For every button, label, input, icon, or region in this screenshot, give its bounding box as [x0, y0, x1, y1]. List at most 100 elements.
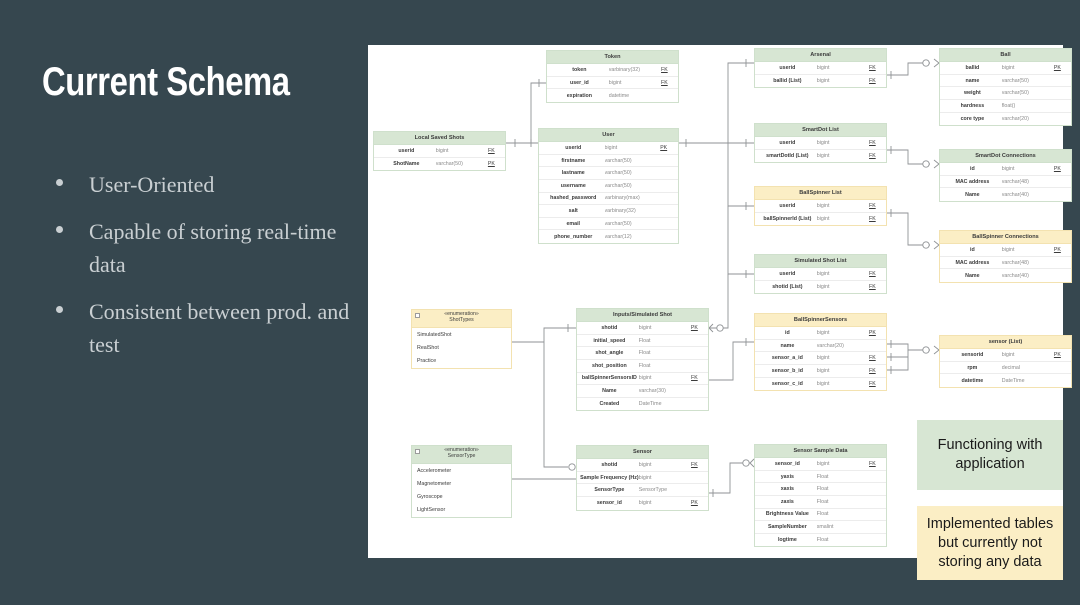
column-type: varbinary(32): [604, 207, 636, 214]
column-name: salt: [568, 207, 578, 214]
column-type: varchar(40): [1001, 191, 1029, 198]
column-name: hardness: [960, 102, 985, 109]
bullet-item: Capable of storing real-time data: [56, 215, 356, 281]
column-type: bigint: [638, 500, 652, 507]
er-column-row: xaxis Float: [755, 483, 886, 496]
er-column-row: userid bigint FK: [755, 137, 886, 150]
er-column-row: sensor_b_id bigint FK: [755, 365, 886, 378]
er-column-row: shot_position Float: [577, 360, 708, 373]
column-name: SampleNumber: [767, 523, 807, 530]
collapse-box-icon[interactable]: [415, 449, 420, 454]
column-type: bigint: [1001, 165, 1015, 172]
column-type: bigint: [1001, 246, 1015, 253]
bullet-text: Capable of storing real-time data: [89, 219, 337, 277]
column-type: Float: [816, 498, 829, 505]
er-column-row: SensorType SensorType: [577, 484, 708, 497]
column-type: varchar(50): [604, 157, 632, 164]
column-type: DateTime: [1001, 377, 1025, 384]
enumeration-name: ShotTypes: [449, 316, 474, 323]
er-table-smartdot_list[interactable]: SmartDot List userid bigint FK smartDotId (L…: [754, 123, 887, 164]
column-name: MAC address: [955, 259, 990, 266]
column-type: decimal: [1001, 364, 1021, 371]
column-type: bigint: [435, 147, 449, 154]
column-type: Float: [638, 362, 651, 369]
er-column-row: SampleNumber smalint: [755, 521, 886, 534]
column-type: bigint: [638, 461, 652, 468]
column-key-badge: FK: [869, 355, 876, 362]
er-table-title: Token: [547, 51, 678, 65]
column-name: Created: [599, 401, 620, 407]
er-table-token[interactable]: Token token varbinary(32) FK user_id bigint FK…: [546, 50, 679, 103]
er-column-row: email varchar(50): [539, 218, 678, 231]
er-column-row: sensor_a_id bigint FK: [755, 352, 886, 365]
column-name: zaxis: [780, 498, 794, 505]
column-key-badge: PK: [1053, 351, 1061, 358]
column-name: initial_speed: [593, 337, 626, 344]
bullet-list: User-Oriented Capable of storing real-tim…: [56, 168, 356, 375]
er-column-row: shot_angle Float: [577, 347, 708, 360]
er-table-sensor_list[interactable]: sensor (List) sensorid bigint PK rpm decimal d…: [939, 335, 1072, 388]
column-type: varchar(50): [435, 161, 463, 168]
er-table-user[interactable]: User userid bigint PK firstname varchar(50) la…: [538, 128, 679, 244]
bullet-item: Consistent between prod. and test: [56, 295, 356, 361]
column-name: ballid: [965, 64, 980, 71]
column-type: bigint: [638, 324, 652, 331]
enumeration-value: SimulatedShot: [417, 331, 452, 338]
collapse-box-icon[interactable]: [415, 313, 420, 318]
er-column-row: shotid bigint PK: [577, 322, 708, 335]
column-name: name: [780, 342, 795, 349]
er-table-sensor[interactable]: Sensor shotid bigint FK Sample Frequency (Hz…: [576, 445, 709, 511]
column-name: SensorType: [594, 487, 625, 494]
enumeration-sensortype[interactable]: «enumeration» SensorType Accelerometer Magn…: [411, 445, 512, 518]
er-table-inputs_simulated_shot[interactable]: Inputs/Simulated Shot shotid bigint PK initi…: [576, 308, 709, 412]
column-type: Float: [816, 473, 829, 480]
column-key-badge: FK: [869, 64, 876, 71]
column-type: varchar(50): [604, 170, 632, 177]
er-column-row: logtime Float: [755, 534, 886, 547]
er-column-row: userid bigint FK: [755, 200, 886, 213]
column-key-badge: FK: [869, 460, 876, 467]
er-column-row: Sample Frequency (Hz) bigint: [577, 472, 708, 485]
column-name: ballSpinnerId (List): [763, 216, 812, 223]
er-table-local_saved_shots[interactable]: Local Saved Shots userid bigint FK ShotName v…: [373, 131, 506, 172]
column-key-badge: FK: [488, 147, 495, 154]
column-name: name: [965, 77, 980, 84]
column-key-badge: FK: [869, 78, 876, 85]
column-name: userid: [779, 139, 796, 146]
column-type: varchar(50): [1001, 77, 1029, 84]
slide-root: Current Schema User-Oriented Capable of s…: [0, 0, 1080, 605]
column-key-badge: FK: [869, 202, 876, 209]
column-type: varbinary(max): [604, 195, 640, 202]
column-name: datetime: [961, 377, 984, 384]
column-name: rpm: [967, 364, 978, 371]
column-name: userid: [565, 144, 582, 151]
er-table-simulated_shot_list[interactable]: Simulated Shot List userid bigint FK shotid …: [754, 254, 887, 295]
column-type: bigint: [638, 375, 652, 382]
column-key-badge: FK: [869, 367, 876, 374]
column-name: weight: [963, 90, 981, 97]
column-type: datetime: [608, 92, 630, 99]
column-type: bigint: [816, 202, 830, 209]
column-key-badge: PK: [868, 329, 876, 336]
er-table-title: SmartDot Connections: [940, 150, 1071, 164]
er-column-row: ShotName varchar(50) PK: [374, 158, 505, 171]
column-name: id: [785, 329, 790, 336]
er-table-sensor_sample_data[interactable]: Sensor Sample Data sensor_id bigint FK yaxis…: [754, 444, 887, 548]
enumeration-shottypes[interactable]: «enumeration» ShotTypes SimulatedShot RealS…: [411, 309, 512, 369]
column-name: Name: [965, 191, 980, 198]
column-name: Brightness Value: [765, 511, 809, 518]
er-table-ball[interactable]: Ball ballid bigint PK name varchar(50) weight v…: [939, 48, 1072, 127]
er-table-ballspinner_connections[interactable]: BallSpinner Connections id bigint PK MAC add…: [939, 230, 1072, 283]
column-type: bigint: [816, 139, 830, 146]
er-column-row: hashed_password varbinary(max): [539, 193, 678, 206]
er-table-smartdot_connections[interactable]: SmartDot Connections id bigint PK MAC addres…: [939, 149, 1072, 202]
column-type: bigint: [1001, 64, 1015, 71]
er-column-row: sensorid bigint PK: [940, 349, 1071, 362]
column-type: varchar(48): [1001, 259, 1029, 266]
er-table-ballspinner_list[interactable]: BallSpinner List userid bigint FK ballSpinne…: [754, 186, 887, 227]
er-column-row: MAC address varchar(48): [940, 257, 1071, 270]
er-table-arsenal[interactable]: Arsenal userid bigint FK ballid (List) bigint…: [754, 48, 887, 89]
bullet-item: User-Oriented: [56, 168, 356, 201]
er-column-row: name varchar(50): [940, 75, 1071, 88]
er-table-ballspinnersensors[interactable]: BallSpinnerSensors id bigint PK name varchar(…: [754, 313, 887, 392]
